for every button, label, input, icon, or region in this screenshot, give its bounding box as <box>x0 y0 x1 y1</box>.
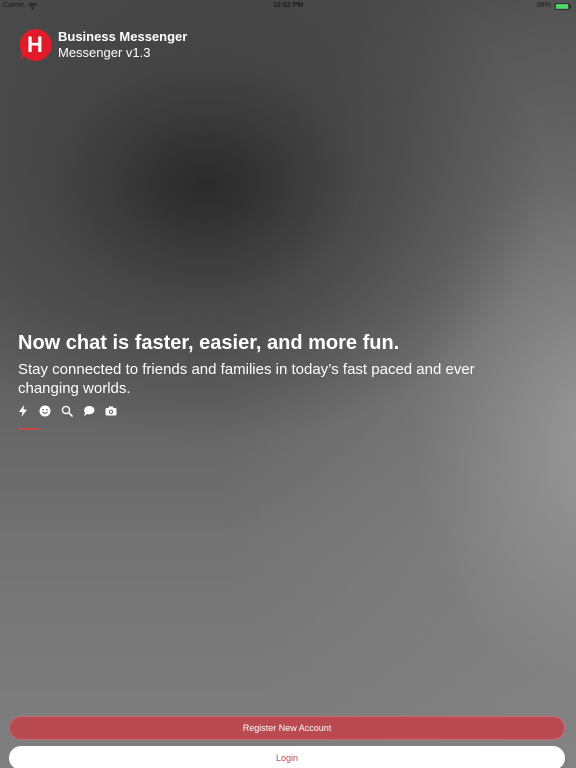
status-time: 10:52 PM <box>272 2 304 9</box>
register-button[interactable]: Register New Account <box>9 716 565 740</box>
page-indicator <box>18 428 40 430</box>
lightning-icon <box>17 405 29 417</box>
battery-percent: 98% <box>536 2 551 9</box>
search-icon <box>61 405 73 417</box>
chat-bubble-icon <box>83 405 95 417</box>
smiley-icon <box>39 405 51 417</box>
hero-section: Now chat is faster, easier, and more fun… <box>18 330 538 398</box>
app-header: H Business Messenger Messenger v1.3 <box>17 27 187 63</box>
logo-letter: H <box>27 32 43 57</box>
camera-icon <box>105 405 117 417</box>
status-bar: Carrier 10:52 PM 98% <box>0 0 576 12</box>
app-titles: Business Messenger Messenger v1.3 <box>58 29 187 61</box>
subtitle: Stay connected to friends and families i… <box>18 361 475 397</box>
app-logo: H <box>19 28 52 62</box>
status-right: 98% <box>537 1 572 11</box>
app-version: Messenger v1.3 <box>58 45 151 60</box>
login-button[interactable]: Login <box>9 746 565 768</box>
feature-icons <box>17 405 127 417</box>
headline: Now chat is faster, easier, and more fun… <box>18 332 400 354</box>
app-name: Business Messenger <box>58 29 188 44</box>
battery-icon <box>554 2 571 10</box>
